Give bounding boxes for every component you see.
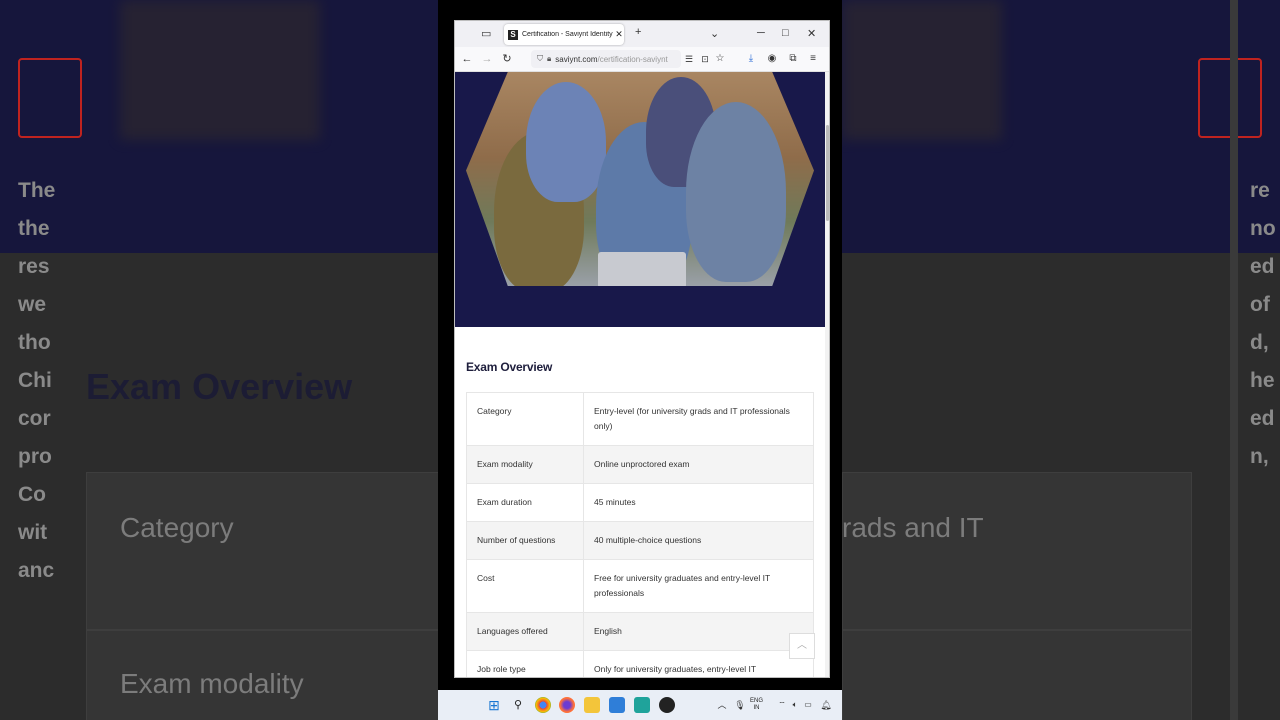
hero-hexagon-photo	[466, 72, 814, 286]
scroll-to-top-button[interactable]: ︿	[789, 633, 815, 659]
tab-overview-icon[interactable]: ▭	[481, 27, 491, 40]
exam-overview-section: Exam Overview Category Entry-level (for …	[466, 360, 814, 677]
tab-list-chevron-icon[interactable]: ⌄	[710, 27, 719, 40]
photo-laptop	[598, 252, 686, 286]
background-card	[842, 472, 1192, 630]
table-row: Category Entry-level (for university gra…	[466, 392, 814, 446]
reader-view-icon[interactable]: ☰	[681, 51, 697, 67]
menu-icon[interactable]: ≡	[805, 51, 821, 67]
account-icon[interactable]: ◉	[764, 51, 780, 67]
scrollbar-thumb[interactable]	[826, 125, 829, 221]
row-value: Online unproctored exam	[583, 445, 814, 484]
new-tab-button[interactable]: +	[635, 26, 641, 38]
chevron-up-icon: ︿	[797, 640, 807, 651]
background-heading: Exam Overview	[86, 366, 353, 407]
row-label: Number of questions	[466, 521, 584, 560]
table-row: Exam modality Online unproctored exam	[466, 445, 814, 484]
firefox-icon[interactable]	[559, 697, 575, 713]
background-left: The the res we tho Chi cor pro Co wit an…	[0, 0, 438, 720]
row-value: Only for university graduates, entry-lev…	[583, 650, 814, 677]
table-row: Number of questions 40 multiple-choice q…	[466, 521, 814, 560]
background-right: re no ed of d, he ed n, rads and IT	[842, 0, 1280, 720]
taskbar: ⊞ ⚲ ︿ 🎙︎ ENG IN ⌔ 🔈︎ ▭ 🔔︎	[438, 690, 842, 720]
background-card	[842, 630, 1192, 720]
row-label: Job role type	[466, 650, 584, 677]
row-value: Entry-level (for university grads and IT…	[583, 392, 814, 446]
window-close-icon[interactable]: ✕	[807, 27, 816, 40]
shield-icon: ⛉	[537, 54, 543, 63]
photos-app-icon[interactable]	[609, 697, 625, 713]
battery-icon[interactable]: ▭	[800, 697, 816, 713]
notification-bell-icon[interactable]: 🔔︎	[818, 697, 834, 713]
exam-overview-table: Category Entry-level (for university gra…	[466, 392, 814, 677]
row-label: Exam duration	[466, 483, 584, 522]
windows-start-icon[interactable]: ⊞	[486, 697, 502, 713]
background-text-left: The the res we tho Chi cor pro Co wit an…	[18, 179, 56, 582]
table-row: Languages offered English	[466, 612, 814, 651]
chrome-icon[interactable]	[535, 697, 551, 713]
reload-icon[interactable]: ↻	[499, 51, 515, 67]
browser-window: ▭ S Certification - Saviynt Identity S ✕…	[454, 20, 830, 678]
row-value: Free for university graduates and entry-…	[583, 559, 814, 613]
background-card-label: Category	[120, 512, 234, 543]
download-icon[interactable]: ⤓	[743, 51, 759, 67]
maximize-icon[interactable]: □	[782, 27, 789, 39]
section-title: Exam Overview	[466, 360, 553, 374]
table-row: Cost Free for university graduates and e…	[466, 559, 814, 613]
chevron-up-icon[interactable]: ︿	[714, 697, 730, 713]
row-label: Languages offered	[466, 612, 584, 651]
language-indicator[interactable]: ENG IN	[750, 698, 763, 712]
bookmark-star-icon[interactable]: ☆	[712, 51, 728, 67]
background-blob	[120, 0, 320, 140]
minimize-icon[interactable]: ─	[757, 27, 765, 39]
url-host: saviynt.com	[555, 54, 598, 64]
row-label: Exam modality	[466, 445, 584, 484]
address-bar[interactable]: ⛉ 🔒︎ saviynt.com/certification-saviynt	[531, 50, 681, 68]
row-value: English	[583, 612, 814, 651]
hero-banner	[455, 72, 825, 327]
saviynt-favicon-icon: S	[508, 29, 518, 40]
background-red-frame	[18, 58, 82, 138]
background-blob	[842, 0, 1002, 140]
microphone-icon[interactable]: 🎙︎	[732, 697, 748, 713]
photo-person	[526, 82, 606, 202]
tab-active[interactable]: S Certification - Saviynt Identity S ✕	[504, 24, 624, 45]
lock-icon: 🔒︎	[547, 54, 552, 63]
photo-person	[686, 102, 786, 282]
notepad-icon[interactable]	[634, 697, 650, 713]
navigation-bar: ← → ↻ ⛉ 🔒︎ saviynt.com/certification-sav…	[455, 47, 829, 72]
recording-app-icon[interactable]	[659, 697, 675, 713]
url-path: /certification-saviynt	[597, 54, 668, 64]
row-value: 40 multiple-choice questions	[583, 521, 814, 560]
back-arrow-icon[interactable]: ←	[459, 51, 475, 67]
background-card-label: Exam modality	[120, 668, 304, 699]
row-value: 45 minutes	[583, 483, 814, 522]
background-text-right: re no ed of d, he ed n,	[1250, 179, 1276, 468]
background-card	[86, 472, 438, 630]
row-label: Cost	[466, 559, 584, 613]
page-content: Exam Overview Category Entry-level (for …	[455, 72, 825, 677]
forward-arrow-icon[interactable]: →	[479, 51, 495, 67]
extensions-icon[interactable]: ⧉	[785, 51, 801, 67]
background-edge	[1230, 0, 1238, 720]
table-row: Job role type Only for university gradua…	[466, 650, 814, 677]
tab-close-icon[interactable]: ✕	[614, 29, 624, 40]
file-explorer-icon[interactable]	[584, 697, 600, 713]
background-card-label: rads and IT	[842, 512, 984, 543]
search-icon[interactable]: ⚲	[510, 697, 526, 713]
row-label: Category	[466, 392, 584, 446]
save-page-icon[interactable]: ⊡	[697, 51, 713, 67]
tab-bar: ▭ S Certification - Saviynt Identity S ✕…	[455, 21, 829, 47]
table-row: Exam duration 45 minutes	[466, 483, 814, 522]
tab-title: Certification - Saviynt Identity S	[522, 31, 614, 38]
